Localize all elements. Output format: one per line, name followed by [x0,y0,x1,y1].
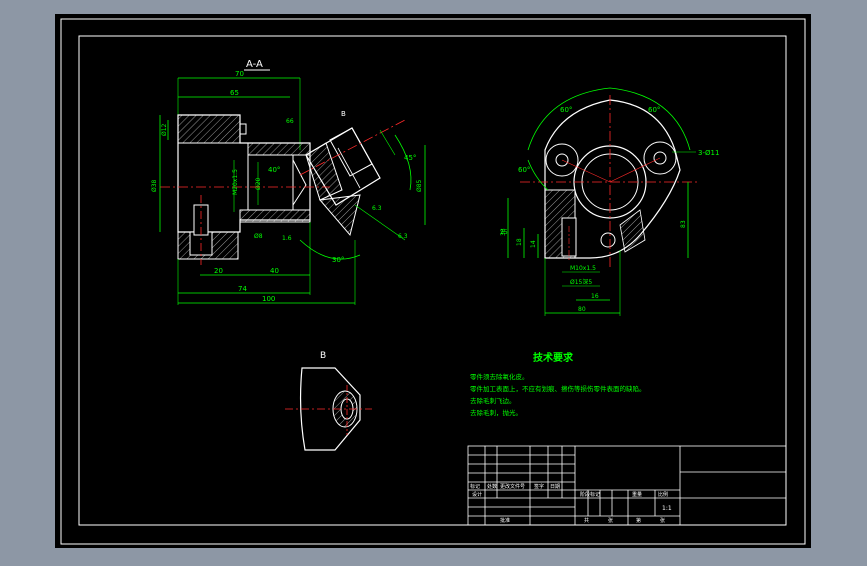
dim-text-small-b: 6.3 [372,205,382,212]
tb-label-weight: 重量 [632,491,642,498]
bore-bottom-wall [239,209,311,223]
tech-req-title: 技术要求 [533,351,574,364]
tb-sheet-unit-2: 张 [660,517,665,524]
rv-angle-lower: 60° [518,166,530,174]
detail-label: B [320,351,326,361]
tb-label-approve: 批准 [500,517,510,524]
rv-dim-text-cb: Ø15深5 [570,278,592,286]
dim-text-chamfer-2: 6.3 [398,233,408,240]
rv-dim-text-25: 25 [500,229,508,236]
rv-dim-text-18: 18 [516,238,523,246]
tb-scale-value: 1:1 [662,505,672,512]
tb-label-sign: 签字 [534,483,544,490]
rv-angle-left: 60° [560,106,572,114]
dim-text-depth: 66 [286,118,294,125]
dim-text-chamfer-1: 1.6 [282,235,292,242]
tech-req-line-4: 去除毛刺，抛光。 [470,408,522,417]
tech-req-line-1: 零件须去除氧化皮。 [470,372,529,381]
model-space [55,14,811,548]
rv-dim-text-83: 83 [680,220,687,228]
cad-viewport[interactable]: A-A 70 65 Ø20 Ø38 Ø12 M20x1.5 20 40 74 1… [0,0,867,562]
rv-dim-text-16: 16 [591,293,599,300]
tech-req-line-2: 零件加工表面上，不应有划痕、擦伤等损伤零件表面的缺陷。 [470,384,646,393]
dim-text-20: 20 [214,267,223,275]
tech-req-line-3: 去除毛刺飞边。 [470,396,516,405]
rv-holes-text: 3-Ø11 [698,149,719,157]
dim-text-100: 100 [262,295,275,303]
rv-dim-text-14: 14 [530,240,537,248]
tb-label-count: 处数 [487,483,497,490]
tb-label-stage: 阶段标记 [580,491,600,498]
rv-dim-text-m10: M10x1.5 [570,265,596,272]
bore-dim-text: Ø20 [255,177,262,190]
dim-text-left-38: Ø38 [151,179,158,192]
dim-text-74: 74 [238,285,247,293]
dim-text-right-85: Ø85 [416,179,423,192]
dim-text-small-a: Ø8 [254,233,263,240]
dim-text-left-small: Ø12 [161,123,168,136]
rv-angle-right: 60° [648,106,660,114]
dim-text-65: 65 [230,89,239,97]
tb-sheet-index: 第 [636,517,641,524]
section-label: A-A [246,59,263,70]
top-boss-hatched [177,114,241,144]
tb-sheet-total: 共 [584,517,589,524]
rv-dim-text-80: 80 [578,306,586,313]
angle-text-30: 30° [332,256,344,264]
dim-text-m20: M20x1.5 [232,169,239,195]
tb-label-scale: 比例 [658,491,668,498]
tb-label-mark: 标记 [470,483,480,490]
dim-text-70: 70 [235,70,244,78]
angle-text-40: 40° [268,166,280,174]
tb-label-change: 更改文件号 [500,483,525,490]
angle-text-45: 45° [404,154,416,162]
tb-sheet-unit-1: 张 [608,517,613,524]
tb-label-design: 设计 [472,491,482,498]
dim-text-40: 40 [270,267,279,275]
tb-label-date: 日期 [550,484,560,490]
bore-top-wall [247,142,311,156]
branch-ref-label: B [341,110,346,118]
drawing-svg: A-A 70 65 Ø20 Ø38 Ø12 M20x1.5 20 40 74 1… [55,14,811,548]
